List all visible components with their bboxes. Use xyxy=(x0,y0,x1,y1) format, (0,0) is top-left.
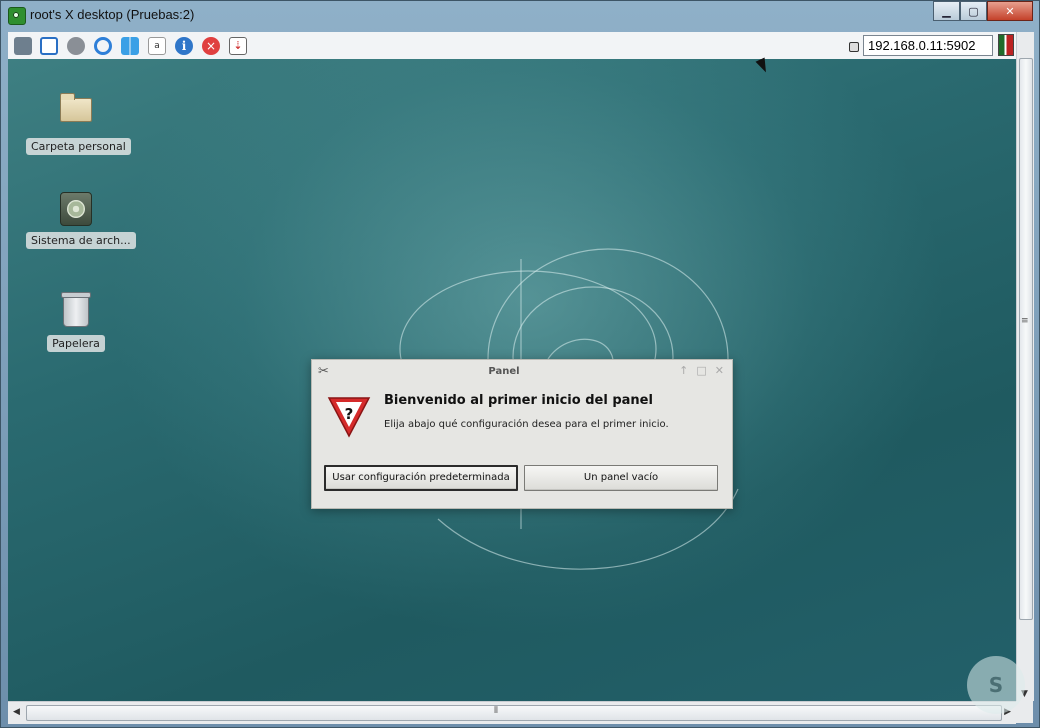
desktop-icon-label: Carpeta personal xyxy=(26,138,131,155)
keyboard-layout-flag-icon[interactable] xyxy=(998,34,1014,56)
dialog-heading: Bienvenido al primer inicio del panel xyxy=(384,393,653,408)
vertical-scroll-thumb[interactable] xyxy=(1019,58,1033,620)
scroll-grip-icon: ≡ xyxy=(1021,316,1029,326)
drive-icon xyxy=(59,192,93,226)
vertical-scrollbar[interactable]: ≡ ▼ xyxy=(1016,32,1034,701)
dialog-controls: ↑ □ ✕ xyxy=(679,364,724,377)
dialog-raise-button[interactable]: ↑ xyxy=(679,364,688,377)
dialog-title: Panel xyxy=(488,366,520,377)
use-default-config-button[interactable]: Usar configuración predeterminada xyxy=(324,465,518,491)
scroll-left-arrow-icon[interactable]: ◀ xyxy=(13,707,20,717)
window-title: root's X desktop (Pruebas:2) xyxy=(30,7,195,22)
desktop-icon-label: Sistema de arch... xyxy=(26,232,136,249)
dialog-titlebar[interactable]: ✂ Panel ↑ □ ✕ xyxy=(312,360,732,382)
svg-text:?: ? xyxy=(345,405,354,423)
disconnect-icon[interactable]: × xyxy=(202,37,220,55)
settings-icon[interactable] xyxy=(67,37,85,55)
desktop-icon-home-folder[interactable]: Carpeta personal xyxy=(26,91,131,155)
warning-question-icon: ? xyxy=(327,397,371,438)
file-transfer-icon[interactable]: ⇣ xyxy=(229,37,247,55)
window-controls: ▁ ▢ ✕ xyxy=(933,1,1033,21)
server-address-field[interactable]: 192.168.0.11:5902 xyxy=(863,35,993,56)
dialog-message: Elija abajo qué configuración desea para… xyxy=(384,419,669,430)
desktop-icon-label: Papelera xyxy=(47,335,105,352)
desktop-icon-trash[interactable]: Papelera xyxy=(26,292,126,352)
vnc-app-icon xyxy=(8,7,26,25)
minimize-button[interactable]: ▁ xyxy=(933,1,960,21)
dialog-maximize-button[interactable]: □ xyxy=(696,364,706,377)
refresh-icon[interactable] xyxy=(94,37,112,55)
maximize-button[interactable]: ▢ xyxy=(960,1,987,21)
empty-panel-button[interactable]: Un panel vacío xyxy=(524,465,718,491)
desktop-icon-filesystem[interactable]: Sistema de arch... xyxy=(26,192,136,249)
folder-icon xyxy=(59,93,93,132)
trash-icon xyxy=(59,292,93,329)
close-button[interactable]: ✕ xyxy=(987,1,1033,21)
status-indicator-icon xyxy=(849,42,859,52)
fullscreen-icon[interactable] xyxy=(40,37,58,55)
connection-options-icon[interactable] xyxy=(14,37,32,55)
info-icon[interactable]: i xyxy=(175,37,193,55)
send-keys-icon[interactable]: a xyxy=(148,37,166,55)
scroll-grip-icon: ⦀ xyxy=(494,706,498,716)
watermark-logo-icon: S xyxy=(967,656,1025,714)
horizontal-scroll-thumb[interactable] xyxy=(26,705,1002,721)
dialog-close-button[interactable]: ✕ xyxy=(715,364,724,377)
horizontal-scrollbar[interactable]: ◀ ⦀ ▶ xyxy=(8,701,1016,724)
resize-grip[interactable] xyxy=(1016,701,1033,723)
window-titlebar[interactable]: root's X desktop (Pruebas:2) ▁ ▢ ✕ xyxy=(1,1,1039,31)
viewer-toolbar: a i × ⇣ 192.168.0.11:5902 xyxy=(8,32,1016,60)
vnc-viewer-window: root's X desktop (Pruebas:2) ▁ ▢ ✕ a i ×… xyxy=(0,0,1040,728)
remote-desktop[interactable]: Carpeta personal Sistema de arch... Pape… xyxy=(8,59,1016,701)
windows-key-icon[interactable] xyxy=(121,37,139,55)
panel-first-run-dialog: ✂ Panel ↑ □ ✕ ? Bienvenido al primer ini… xyxy=(311,359,733,509)
